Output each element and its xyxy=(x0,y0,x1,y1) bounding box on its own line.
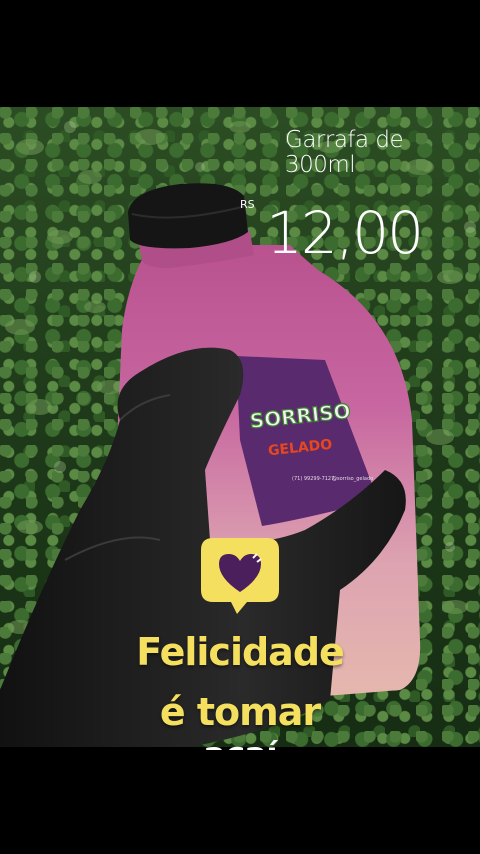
headline-line-2: é tomar xyxy=(159,690,321,734)
currency-symbol: RS xyxy=(240,198,255,211)
price-text: 12,00 xyxy=(266,199,424,267)
story-frame: SORRISO GELADO (71) 99299-7127 @sorriso_… xyxy=(0,0,480,854)
product-size-text: Garrafa de 300ml xyxy=(285,127,404,178)
label-handle-text: @sorriso_gelado xyxy=(332,476,373,482)
headline-cut-text: açaí xyxy=(0,740,480,750)
price-overlay: Garrafa de 300ml RS 12,00 xyxy=(0,0,480,268)
label-phone-text: (71) 99299-7127 xyxy=(292,476,334,482)
heart-speech-bubble-icon xyxy=(199,534,281,616)
headline-line-1: Felicidade xyxy=(136,630,345,674)
